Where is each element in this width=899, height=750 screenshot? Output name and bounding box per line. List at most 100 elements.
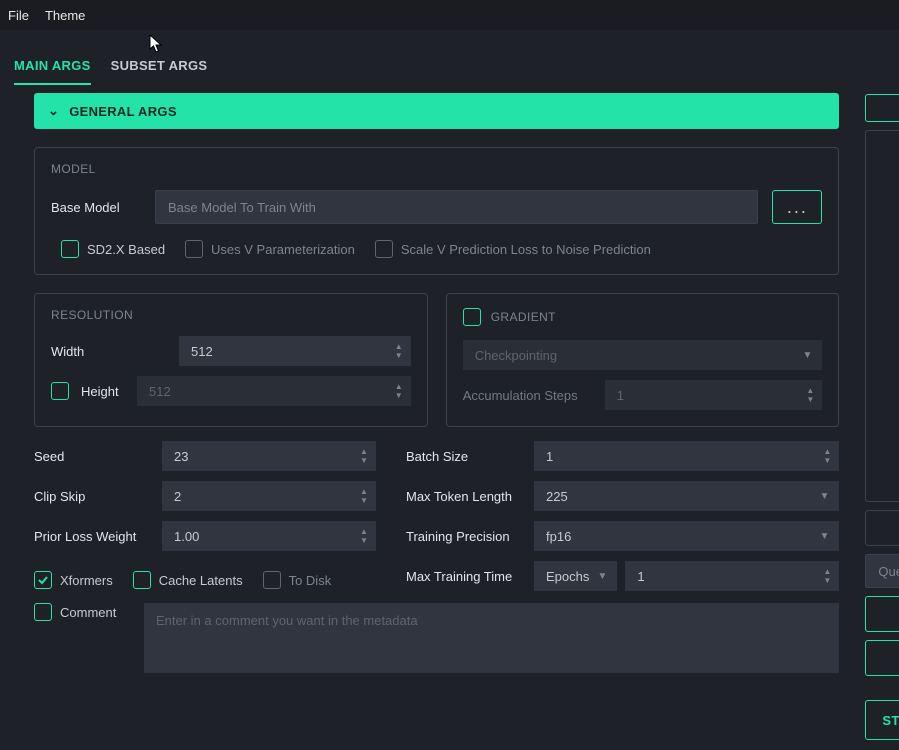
prior-up-icon[interactable]: ▲: [356, 527, 372, 536]
height-label: Height: [81, 384, 125, 399]
height-up-icon: ▲: [391, 382, 407, 391]
todisk-checkbox: [263, 571, 281, 589]
queue-list[interactable]: [865, 130, 899, 502]
seed-up-icon[interactable]: ▲: [356, 447, 372, 456]
model-card: MODEL Base Model ... SD2.X Based Uses V …: [34, 147, 839, 275]
menu-theme[interactable]: Theme: [45, 8, 85, 23]
clip-down-icon[interactable]: ▼: [356, 496, 372, 505]
gradient-card: GRADIENT Checkpointing ▼ Accumulation St…: [446, 293, 840, 427]
scalev-checkbox: [375, 240, 393, 258]
resolution-card: RESOLUTION Width ▲▼ Height ▲▼: [34, 293, 428, 427]
vparam-label: Uses V Parameterization: [211, 242, 355, 257]
batch-label: Batch Size: [406, 449, 522, 464]
gradient-checkbox[interactable]: [463, 308, 481, 326]
precision-select[interactable]: fp16 ▼: [534, 521, 839, 551]
accum-down-icon: ▼: [802, 395, 818, 404]
width-spinner[interactable]: ▲▼: [179, 336, 411, 366]
tab-bar: MAIN ARGS SUBSET ARGS: [10, 40, 849, 93]
maxtrain-unit-select[interactable]: Epochs ▼: [534, 561, 617, 591]
sd2x-checkbox-row[interactable]: SD2.X Based: [61, 240, 165, 258]
batch-up-icon[interactable]: ▲: [819, 447, 835, 456]
seed-down-icon[interactable]: ▼: [356, 456, 372, 465]
todisk-checkbox-row: To Disk: [263, 571, 332, 589]
width-label: Width: [51, 344, 167, 359]
prior-spinner[interactable]: ▲▼: [162, 521, 376, 551]
prior-down-icon[interactable]: ▼: [356, 536, 372, 545]
start-training-button[interactable]: START TRAINING: [865, 700, 899, 740]
clip-input[interactable]: [162, 481, 376, 511]
batch-down-icon[interactable]: ▼: [819, 456, 835, 465]
accum-up-icon: ▲: [802, 386, 818, 395]
batch-input[interactable]: [534, 441, 839, 471]
sidebar-expand-down-button[interactable]: ﹀: [865, 510, 899, 546]
maxtrain-unit-value: Epochs: [546, 569, 589, 584]
tab-main-args[interactable]: MAIN ARGS: [14, 58, 91, 85]
scalev-label: Scale V Prediction Loss to Noise Predict…: [401, 242, 651, 257]
maxtrain-label: Max Training Time: [406, 569, 522, 584]
height-input: [137, 376, 411, 406]
comment-textarea[interactable]: [144, 603, 839, 673]
token-label: Max Token Length: [406, 489, 522, 504]
caret-down-icon: ▼: [819, 491, 829, 502]
checkpointing-value: Checkpointing: [475, 348, 557, 363]
app-body: MAIN ARGS SUBSET ARGS ⌄ GENERAL ARGS MOD…: [0, 30, 899, 750]
height-down-icon: ▼: [391, 391, 407, 400]
prior-label: Prior Loss Weight: [34, 529, 150, 544]
cache-checkbox-row[interactable]: Cache Latents: [133, 571, 243, 589]
accum-spinner: ▲▼: [605, 380, 823, 410]
comment-checkbox[interactable]: [34, 603, 52, 621]
xformers-checkbox-row[interactable]: Xformers: [34, 571, 113, 589]
xformers-checkbox[interactable]: [34, 571, 52, 589]
maxtrain-down-icon[interactable]: ▼: [819, 576, 835, 585]
caret-down-icon: ▼: [819, 531, 829, 542]
queue-name-input[interactable]: [865, 554, 899, 588]
clip-spinner[interactable]: ▲▼: [162, 481, 376, 511]
caret-down-icon: ▼: [597, 571, 607, 582]
precision-label: Training Precision: [406, 529, 522, 544]
tab-subset-args[interactable]: SUBSET ARGS: [111, 58, 208, 85]
accum-input: [605, 380, 823, 410]
width-down-icon[interactable]: ▼: [391, 351, 407, 360]
accordion-general-args[interactable]: ⌄ GENERAL ARGS: [34, 93, 839, 129]
model-title: MODEL: [51, 162, 822, 176]
comment-label: Comment: [60, 605, 116, 620]
comment-checkbox-row[interactable]: Comment: [34, 603, 130, 621]
cache-checkbox[interactable]: [133, 571, 151, 589]
accum-label: Accumulation Steps: [463, 388, 593, 403]
remove-button[interactable]: REMOVE: [865, 640, 899, 676]
maxtrain-input[interactable]: [625, 561, 839, 591]
batch-spinner[interactable]: ▲▼: [534, 441, 839, 471]
resolution-title: RESOLUTION: [51, 308, 411, 322]
clip-label: Clip Skip: [34, 489, 150, 504]
height-checkbox[interactable]: [51, 382, 69, 400]
seed-input[interactable]: [162, 441, 376, 471]
width-input[interactable]: [179, 336, 411, 366]
menu-file[interactable]: File: [8, 8, 29, 23]
clip-up-icon[interactable]: ▲: [356, 487, 372, 496]
base-model-browse-button[interactable]: ...: [772, 190, 822, 224]
accordion-title: GENERAL ARGS: [69, 104, 177, 119]
sd2x-label: SD2.X Based: [87, 242, 165, 257]
sidebar: ︿ ﹀ ADD REMOVE START TRAINING: [865, 40, 899, 740]
checkpointing-select: Checkpointing ▼: [463, 340, 823, 370]
sidebar-collapse-up-button[interactable]: ︿: [865, 94, 899, 122]
height-spinner: ▲▼: [137, 376, 411, 406]
seed-spinner[interactable]: ▲▼: [162, 441, 376, 471]
vparam-checkbox: [185, 240, 203, 258]
todisk-label: To Disk: [289, 573, 332, 588]
chevron-down-icon: ⌄: [48, 103, 59, 119]
maxtrain-spinner[interactable]: ▲▼: [625, 561, 839, 591]
token-value: 225: [546, 489, 568, 504]
precision-value: fp16: [546, 529, 571, 544]
add-button[interactable]: ADD: [865, 596, 899, 632]
prior-input[interactable]: [162, 521, 376, 551]
sd2x-checkbox[interactable]: [61, 240, 79, 258]
base-model-input[interactable]: [155, 190, 758, 224]
maxtrain-up-icon[interactable]: ▲: [819, 567, 835, 576]
vparam-checkbox-row: Uses V Parameterization: [185, 240, 355, 258]
menu-bar: File Theme: [0, 0, 899, 30]
scalev-checkbox-row: Scale V Prediction Loss to Noise Predict…: [375, 240, 651, 258]
width-up-icon[interactable]: ▲: [391, 342, 407, 351]
caret-down-icon: ▼: [802, 350, 812, 361]
token-select[interactable]: 225 ▼: [534, 481, 839, 511]
